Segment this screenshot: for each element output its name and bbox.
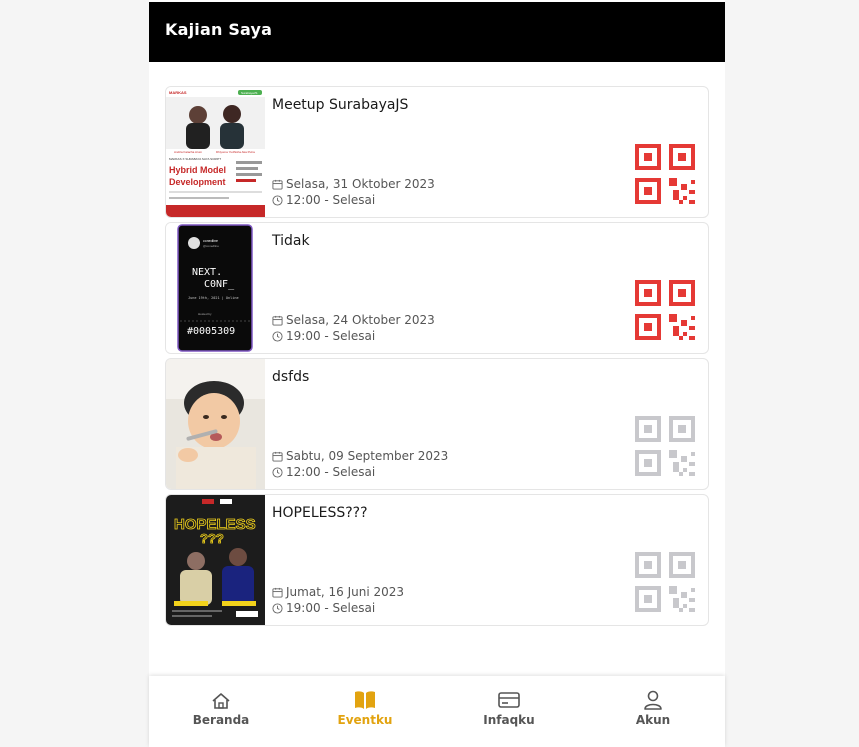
event-poster-image [166,359,265,489]
home-icon [212,693,230,709]
event-time-text: 19:00 - Selesai [286,601,376,615]
poster-ticket: #0005309 [187,326,235,337]
bottom-nav: Beranda Eventku Infaqku Akun [149,676,725,747]
poster-event: MARKAS X SURABAYA SAYA SCRIPT [169,157,221,161]
nav-item-akun[interactable]: Akun [603,690,703,727]
poster-date: June 19th, 2021 | Online [188,296,239,300]
event-title: dsfds [272,369,310,385]
event-card[interactable]: dsfds Sabtu, 09 September 2023 12:00 - S… [165,358,709,490]
poster-brand: conedline [203,239,218,243]
event-card[interactable]: MARKAS SurabayaJS Andria Fatacha Arum Dh… [165,86,709,218]
qr-code-icon[interactable] [635,144,697,206]
event-card[interactable]: conedline @conedline NEXT. C0NF_ June 19… [165,222,709,354]
page-header: Kajian Saya [149,2,725,62]
event-title: Meetup SurabayaJS [272,97,409,113]
event-time-text: 19:00 - Selesai [286,329,376,343]
nav-label: Akun [635,713,671,727]
event-date: Selasa, 24 Oktober 2023 [272,313,435,327]
poster-handle: @conedline [203,244,219,248]
nav-label: Beranda [192,713,250,727]
poster-marks: ??? [200,531,224,546]
user-icon [644,690,662,710]
calendar-icon [272,451,283,462]
clock-icon [272,330,283,342]
event-date-text: Selasa, 24 Oktober 2023 [286,313,435,327]
nav-item-beranda[interactable]: Beranda [171,692,271,727]
poster-brand: MARKAS [169,90,187,95]
event-date: Selasa, 31 Oktober 2023 [272,177,435,191]
qr-code-icon[interactable] [635,552,697,614]
event-poster-image: conedline @conedline NEXT. C0NF_ June 19… [166,223,265,353]
nav-item-infaqku[interactable]: Infaqku [459,690,559,727]
event-date: Sabtu, 09 September 2023 [272,449,448,463]
poster-hosted: Hosted by [198,312,212,316]
poster-headline-2: Development [169,177,226,187]
event-card[interactable]: HOPELESS ??? HOPELESS??? Jumat, 16 Juni … [165,494,709,626]
poster-speaker-2: Dhiyoma Yudhisha Aka Putra [216,150,255,154]
event-poster-image: MARKAS SurabayaJS Andria Fatacha Arum Dh… [166,87,265,217]
qr-code-icon[interactable] [635,280,697,342]
nav-item-eventku[interactable]: Eventku [315,690,415,727]
calendar-icon [272,587,283,598]
book-icon [355,691,375,709]
event-date-text: Sabtu, 09 September 2023 [286,449,449,463]
page-title: Kajian Saya [165,20,273,39]
qr-code-icon[interactable] [635,416,697,478]
poster-line-1: NEXT. [192,267,222,278]
poster-headline-1: Hybrid Model [169,165,226,175]
event-date-text: Jumat, 16 Juni 2023 [286,585,405,599]
poster-partner: SurabayaJS [241,91,257,95]
card-icon [498,692,520,708]
event-time-text: 12:00 - Selesai [286,193,376,207]
event-title: HOPELESS??? [272,505,368,521]
nav-label: Infaqku [483,713,535,727]
poster-speaker-1: Andria Fatacha Arum [174,150,203,154]
event-time: 12:00 - Selesai [272,465,375,479]
calendar-icon [272,179,283,190]
event-title: Tidak [272,233,310,249]
clock-icon [272,194,283,206]
event-time: 12:00 - Selesai [272,193,375,207]
event-poster-image: HOPELESS ??? [166,495,265,625]
event-date: Jumat, 16 Juni 2023 [272,585,404,599]
clock-icon [272,602,283,614]
poster-line-2: C0NF_ [204,279,235,290]
calendar-icon [272,315,283,326]
event-date-text: Selasa, 31 Oktober 2023 [286,177,435,191]
event-time-text: 12:00 - Selesai [286,465,376,479]
event-time: 19:00 - Selesai [272,601,375,615]
clock-icon [272,466,283,478]
app-container: Kajian Saya MARKAS SurabayaJS Andria Fat… [149,0,725,747]
nav-label: Eventku [337,713,393,727]
event-time: 19:00 - Selesai [272,329,375,343]
